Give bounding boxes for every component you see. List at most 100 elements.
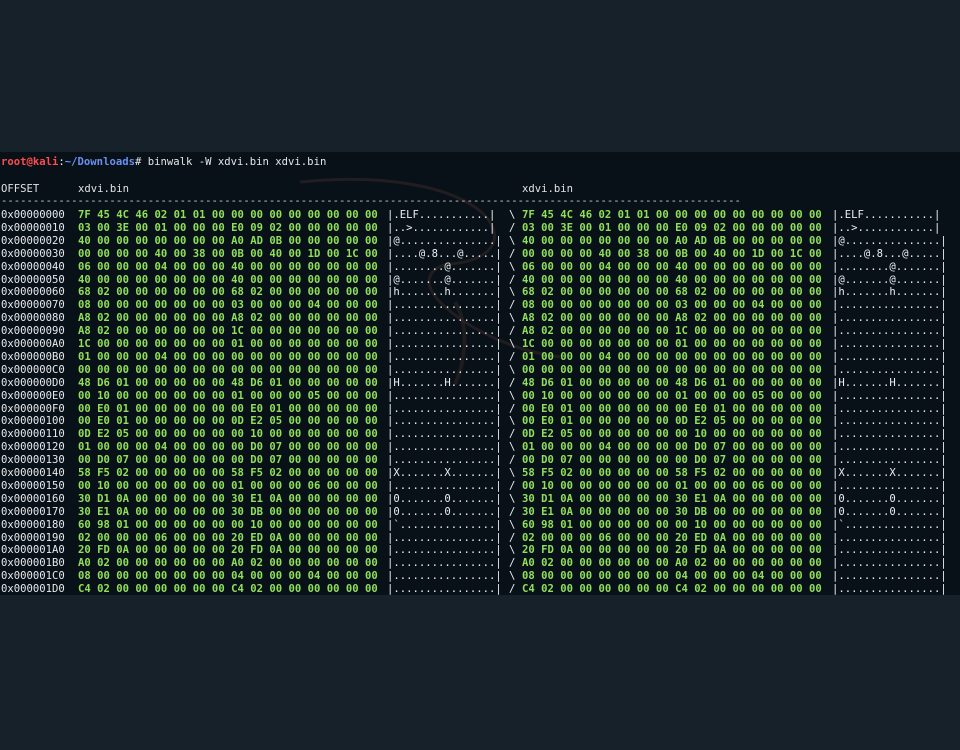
file2-ascii: |................|	[832, 570, 947, 583]
file1-hex-bytes: 30 E1 0A 00 00 00 00 00 30 DB 00 00 00 0…	[78, 505, 378, 518]
table-row: 0x000000B0 01 00 00 00 04 00 00 00 00 00 …	[0, 351, 960, 364]
file2-ascii: |................|	[832, 454, 947, 467]
file1-hex-bytes: 0D E2 05 00 00 00 00 00 00 10 00 00 00 0…	[78, 428, 378, 441]
file2-ascii: |H.......H.......|	[832, 376, 947, 389]
diff-indicator: \	[509, 260, 516, 273]
offset-cell: 0x00000030	[1, 247, 65, 260]
file1-hex-bytes: 20 FD 0A 00 00 00 00 00 20 FD 0A 00 00 0…	[78, 544, 378, 557]
file1-ascii: |................|	[387, 441, 502, 454]
diff-indicator: /	[509, 376, 516, 389]
table-row: 0x00000000 7F 45 4C 46 02 01 01 00 00 00 …	[0, 209, 960, 222]
offset-cell: 0x00000010	[1, 221, 65, 234]
file2-hex-bytes: 48 D6 01 00 00 00 00 00 48 D6 01 00 00 0…	[522, 376, 822, 389]
diff-indicator: \	[509, 389, 516, 402]
file1-hex-bytes: A0 02 00 00 00 00 00 00 A0 02 00 00 00 0…	[78, 557, 378, 570]
table-row: 0x00000120 01 00 00 00 04 00 00 00 00 D0 …	[0, 441, 960, 454]
file2-ascii: |................|	[832, 479, 947, 492]
table-row: 0x000000C0 00 00 00 00 00 00 00 00 00 00 …	[0, 364, 960, 377]
offset-cell: 0x00000150	[1, 479, 65, 492]
file1-hex-bytes: 00 10 00 00 00 00 00 00 01 00 00 00 05 0…	[78, 389, 378, 402]
table-row: 0x000000E0 00 10 00 00 00 00 00 00 01 00 …	[0, 390, 960, 403]
file1-ascii: |................|	[387, 570, 502, 583]
file2-ascii: |................|	[832, 583, 947, 595]
file1-ascii: |................|	[387, 557, 502, 570]
file2-ascii: |................|	[832, 299, 947, 312]
table-row: 0x00000100 00 E0 01 00 00 00 00 00 0D E2 …	[0, 415, 960, 428]
diff-indicator: \	[509, 518, 516, 531]
file1-ascii: |................|	[387, 389, 502, 402]
diff-indicator: /	[509, 350, 516, 363]
file1-hex-bytes: 08 00 00 00 00 00 00 00 03 00 00 00 04 0…	[78, 299, 378, 312]
offset-cell: 0x000000F0	[1, 402, 65, 415]
file2-hex-bytes: 00 E0 01 00 00 00 00 00 0D E2 05 00 00 0…	[522, 415, 822, 428]
table-row: 0x00000020 40 00 00 00 00 00 00 00 A0 AD …	[0, 235, 960, 248]
table-row: 0x00000080 A8 02 00 00 00 00 00 00 A8 02 …	[0, 312, 960, 325]
file2-hex-bytes: 0D E2 05 00 00 00 00 00 00 10 00 00 00 0…	[522, 428, 822, 441]
file1-hex-bytes: 00 E0 01 00 00 00 00 00 00 E0 01 00 00 0…	[78, 402, 378, 415]
table-row: 0x00000150 00 10 00 00 00 00 00 00 01 00 …	[0, 480, 960, 493]
table-row: 0x00000010 03 00 3E 00 01 00 00 00 E0 09 …	[0, 222, 960, 235]
file2-ascii: |....@.8...@.....|	[832, 247, 947, 260]
diff-indicator: /	[509, 505, 516, 518]
diff-indicator: \	[509, 544, 516, 557]
offset-cell: 0x00000140	[1, 467, 65, 479]
file2-ascii: |................|	[832, 325, 947, 338]
file1-hex-bytes: 60 98 01 00 00 00 00 00 00 10 00 00 00 0…	[78, 518, 378, 531]
file1-ascii: |................|	[387, 350, 502, 363]
file2-ascii: |`...............|	[832, 518, 947, 531]
file1-ascii: |................|	[387, 325, 502, 338]
file2-hex-bytes: 00 10 00 00 00 00 00 00 01 00 00 00 05 0…	[522, 389, 822, 402]
table-row: 0x000000A0 1C 00 00 00 00 00 00 00 01 00 …	[0, 338, 960, 351]
offset-cell: 0x000000B0	[1, 350, 65, 363]
file1-ascii: |0.......0.......|	[387, 505, 502, 518]
file1-hex-bytes: C4 02 00 00 00 00 00 00 C4 02 00 00 00 0…	[78, 583, 378, 595]
file2-hex-bytes: 68 02 00 00 00 00 00 00 68 02 00 00 00 0…	[522, 286, 822, 299]
file1-ascii: |@...............|	[387, 234, 502, 247]
diff-indicator: /	[509, 325, 516, 338]
table-row: 0x00000160 30 D1 0A 00 00 00 00 00 30 E1 …	[0, 493, 960, 506]
table-row: 0x000001A0 20 FD 0A 00 00 00 00 00 20 FD …	[0, 544, 960, 557]
table-row: 0x000000D0 48 D6 01 00 00 00 00 00 48 D6 …	[0, 377, 960, 390]
offset-cell: 0x00000180	[1, 518, 65, 531]
file2-hex-bytes: 60 98 01 00 00 00 00 00 00 10 00 00 00 0…	[522, 518, 822, 531]
diff-indicator: /	[509, 583, 516, 595]
table-row: 0x00000140 58 F5 02 00 00 00 00 00 58 F5 …	[0, 467, 960, 480]
terminal-window[interactable]: root@kali:~/Downloads# binwalk -W xdvi.b…	[0, 152, 960, 595]
offset-cell: 0x000000C0	[1, 363, 65, 376]
table-row: 0x000000F0 00 E0 01 00 00 00 00 00 00 E0 …	[0, 403, 960, 416]
file2-ascii: |h.......h.......|	[832, 286, 947, 299]
file1-ascii: |................|	[387, 402, 502, 415]
file2-hex-bytes: 00 D0 07 00 00 00 00 00 00 D0 07 00 00 0…	[522, 454, 822, 467]
file1-ascii: |................|	[387, 312, 502, 325]
diff-indicator: /	[509, 247, 516, 260]
diff-indicator: \	[509, 338, 516, 350]
file2-ascii: |................|	[832, 531, 947, 544]
table-row: 0x00000090 A8 02 00 00 00 00 00 00 1C 00 …	[0, 325, 960, 338]
command-prompt-line: root@kali:~/Downloads# binwalk -W xdvi.b…	[1, 156, 326, 169]
diff-indicator: \	[509, 492, 516, 505]
file2-ascii: |0.......0.......|	[832, 492, 947, 505]
file2-hex-bytes: 7F 45 4C 46 02 01 01 00 00 00 00 00 00 0…	[522, 209, 822, 221]
file1-ascii: |................|	[387, 363, 502, 376]
file2-hex-bytes: 00 10 00 00 00 00 00 00 01 00 00 00 06 0…	[522, 479, 822, 492]
file1-ascii: |..>............|	[387, 221, 496, 234]
file2-hex-bytes: 01 00 00 00 04 00 00 00 00 00 00 00 00 0…	[522, 350, 822, 363]
file2-hex-bytes: 20 FD 0A 00 00 00 00 00 20 FD 0A 00 00 0…	[522, 544, 822, 557]
diff-indicator: /	[509, 557, 516, 570]
file1-hex-bytes: 03 00 3E 00 01 00 00 00 E0 09 02 00 00 0…	[78, 221, 378, 234]
diff-indicator: /	[509, 273, 516, 286]
offset-cell: 0x00000080	[1, 312, 65, 325]
table-row: 0x00000030 00 00 00 00 40 00 38 00 0B 00 …	[0, 248, 960, 261]
diff-indicator: /	[509, 402, 516, 415]
table-row: 0x00000190 02 00 00 00 06 00 00 00 20 ED …	[0, 532, 960, 545]
offset-cell: 0x000000D0	[1, 376, 65, 389]
file2-hex-bytes: 30 E1 0A 00 00 00 00 00 30 DB 00 00 00 0…	[522, 505, 822, 518]
file2-ascii: |0.......0.......|	[832, 505, 947, 518]
file2-hex-bytes: 01 00 00 00 04 00 00 00 00 D0 07 00 00 0…	[522, 441, 822, 454]
file1-ascii: |.ELF...........|	[387, 209, 496, 221]
offset-cell: 0x00000170	[1, 505, 65, 518]
prompt-user-host: root@kali	[1, 156, 59, 168]
file1-ascii: |................|	[387, 544, 502, 557]
file1-hex-bytes: 00 10 00 00 00 00 00 00 01 00 00 00 06 0…	[78, 479, 378, 492]
file2-ascii: |........@.......|	[832, 260, 947, 273]
